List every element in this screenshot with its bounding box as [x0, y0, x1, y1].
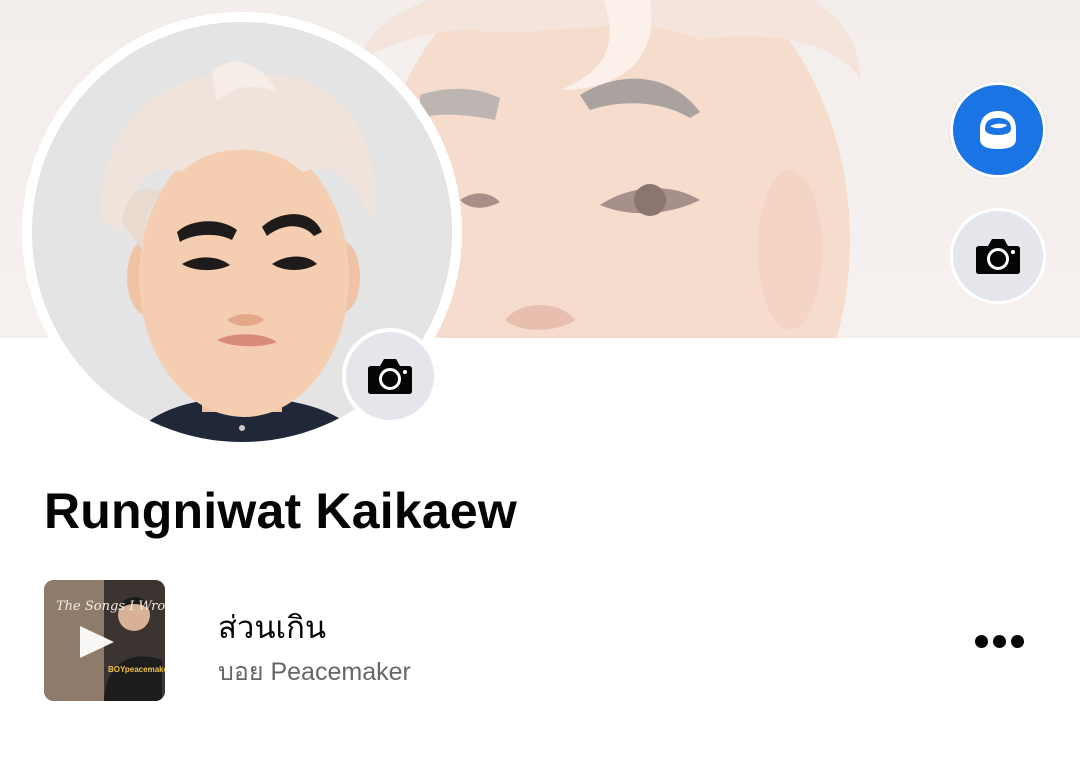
album-art-label: BOYpeacemaker: [108, 665, 165, 674]
profile-name: Rungniwat Kaikaew: [44, 483, 517, 539]
more-dots-icon: [1010, 634, 1024, 648]
camera-icon: [976, 239, 1020, 274]
avatar-camera-button[interactable]: [342, 328, 438, 424]
album-art-title: The Songs I Wrote: [56, 599, 165, 614]
album-art-image: The Songs I Wrote BOYpeacemaker: [44, 580, 165, 701]
avatar-action-button[interactable]: [950, 82, 1046, 178]
camera-icon: [368, 359, 412, 394]
song-artist: บอย Peacemaker: [218, 658, 411, 686]
profile-music-row[interactable]: The Songs I Wrote BOYpeacemaker ส่วนเกิน…: [44, 580, 1044, 702]
more-dots-icon: [992, 634, 1006, 648]
song-title: ส่วนเกิน: [218, 610, 327, 645]
album-art[interactable]: The Songs I Wrote BOYpeacemaker: [44, 580, 165, 701]
profile-page: Rungniwat Kaikaew The Songs I Wrote BOYp…: [0, 0, 1080, 768]
more-options-button[interactable]: [964, 618, 1034, 664]
cover-camera-button[interactable]: [950, 208, 1046, 304]
avatar-face-icon: [980, 111, 1016, 149]
more-dots-icon: [974, 634, 988, 648]
